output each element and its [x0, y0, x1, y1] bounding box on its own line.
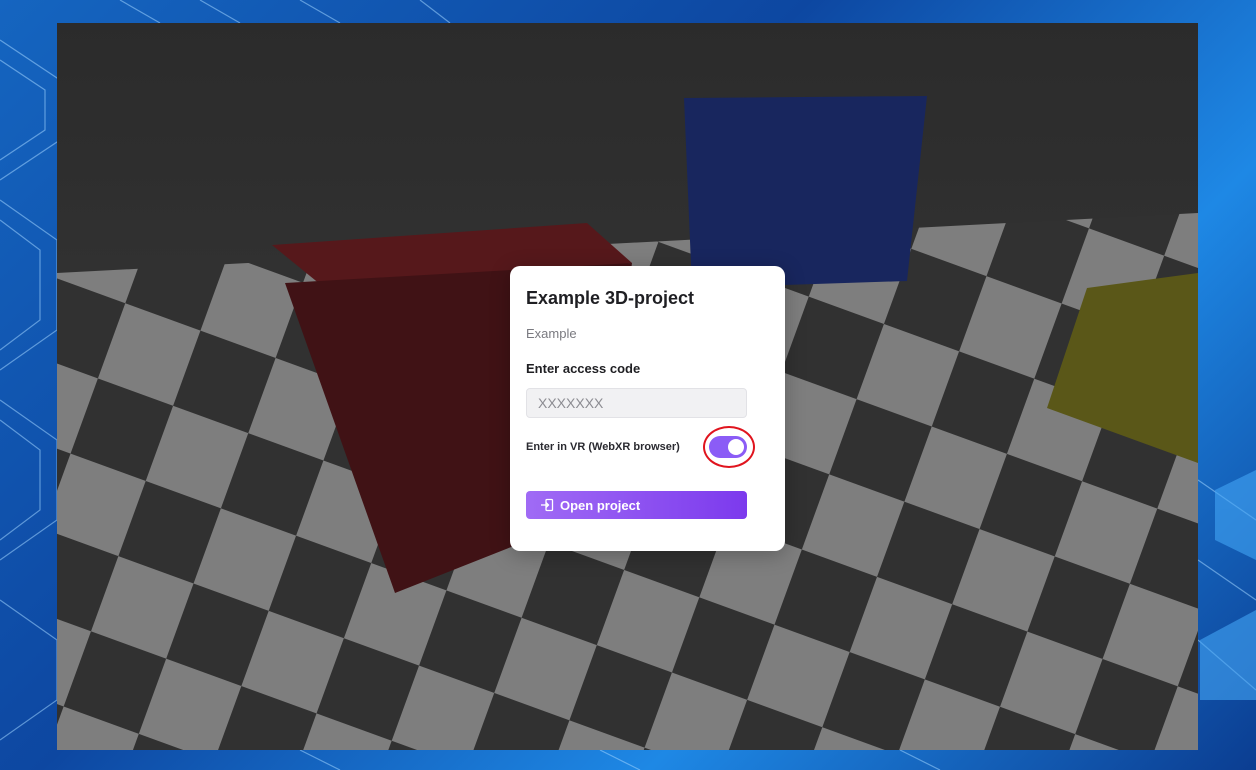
dialog-subtitle: Example [526, 326, 577, 341]
vr-toggle[interactable] [709, 436, 747, 458]
open-project-label: Open project [560, 497, 641, 513]
dialog-title: Example 3D-project [526, 288, 695, 308]
vr-toggle-label: Enter in VR (WebXR browser) [526, 441, 680, 453]
open-project-dialog: Example 3D-project Example Enter access … [510, 266, 785, 551]
open-project-button[interactable]: Open project [526, 491, 747, 519]
toggle-knob [728, 439, 744, 455]
access-code-input[interactable] [526, 388, 747, 418]
login-icon [540, 498, 554, 512]
access-code-label: Enter access code [526, 361, 641, 376]
